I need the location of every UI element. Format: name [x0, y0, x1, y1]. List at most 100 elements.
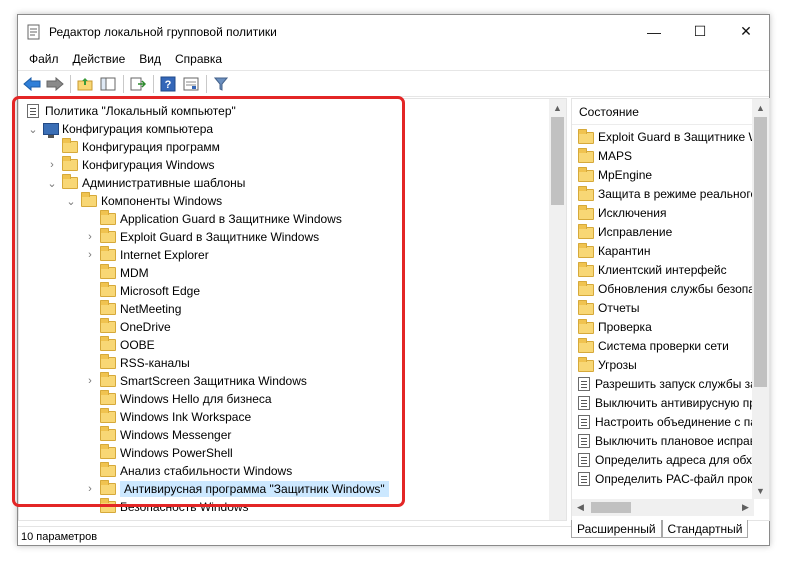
- view-tabs: Расширенный Стандартный: [571, 520, 749, 538]
- tree-item-component[interactable]: NetMeeting: [84, 300, 181, 318]
- tree-item-component[interactable]: Анализ стабильности Windows: [84, 462, 292, 480]
- tree-item-component[interactable]: Windows Hello для бизнеса: [84, 390, 272, 408]
- scroll-down-icon[interactable]: ▼: [752, 482, 769, 499]
- tab-standard[interactable]: Стандартный: [661, 520, 749, 538]
- chevron-down-icon[interactable]: ⌄: [27, 123, 39, 136]
- policy-icon: [578, 376, 590, 391]
- list-item[interactable]: Определить PAC-файл прокси: [578, 469, 754, 488]
- chevron-right-icon[interactable]: ›: [84, 375, 96, 387]
- list-item[interactable]: Выключить плановое исправление: [578, 431, 754, 450]
- tree-item-component[interactable]: Безопасность Windows: [84, 498, 249, 516]
- list-item-label: Система проверки сети: [598, 338, 729, 353]
- tree-item-component[interactable]: Application Guard в Защитнике Windows: [84, 210, 342, 228]
- tree-item-admin-templates[interactable]: ⌄ Административные шаблоны: [46, 174, 245, 192]
- list-item[interactable]: Клиентский интерфейс: [578, 260, 727, 279]
- folder-icon: [578, 205, 594, 220]
- scroll-right-icon[interactable]: ▶: [737, 499, 754, 516]
- folder-icon: [578, 167, 594, 182]
- minimize-button[interactable]: —: [631, 15, 677, 48]
- folder-icon: [100, 444, 116, 459]
- tree-item-label: Exploit Guard в Защитнике Windows: [120, 230, 320, 244]
- tree-item-component[interactable]: OneDrive: [84, 318, 171, 336]
- tab-extended[interactable]: Расширенный: [571, 520, 662, 538]
- list-item[interactable]: Проверка: [578, 317, 652, 336]
- folder-icon: [578, 129, 594, 144]
- chevron-down-icon[interactable]: ⌄: [65, 195, 77, 208]
- folder-icon: [62, 174, 78, 189]
- tree-item-component[interactable]: OOBE: [84, 336, 155, 354]
- scroll-up-icon[interactable]: ▲: [752, 99, 769, 116]
- scroll-thumb[interactable]: [754, 117, 767, 387]
- properties-icon[interactable]: [180, 73, 202, 95]
- list-item[interactable]: Исправление: [578, 222, 672, 241]
- menu-view[interactable]: Вид: [132, 52, 168, 66]
- folder-icon: [100, 336, 116, 351]
- list-item[interactable]: Настроить объединение с папками: [578, 412, 754, 431]
- tree-vertical-scrollbar[interactable]: ▲: [549, 99, 566, 520]
- folder-icon: [578, 281, 594, 296]
- chevron-right-icon[interactable]: ›: [84, 483, 96, 495]
- list-item[interactable]: Exploit Guard в Защитнике Windows: [578, 127, 754, 146]
- chevron-right-icon[interactable]: ›: [84, 231, 96, 243]
- toolbar-separator: [70, 74, 71, 93]
- tree-item-component[interactable]: RSS-каналы: [84, 354, 190, 372]
- tree-item-component[interactable]: › SmartScreen Защитника Windows: [84, 372, 307, 390]
- chevron-right-icon[interactable]: ›: [46, 159, 58, 171]
- policy-icon: [578, 395, 590, 410]
- filter-icon[interactable]: [210, 73, 232, 95]
- tree-item-computer-config[interactable]: ⌄ Конфигурация компьютера: [27, 120, 213, 138]
- list-item[interactable]: Система проверки сети: [578, 336, 729, 355]
- list-item[interactable]: Отчеты: [578, 298, 639, 317]
- tree-item-program-config[interactable]: Конфигурация программ: [62, 138, 220, 156]
- list-item[interactable]: Определить адреса для обхода: [578, 450, 754, 469]
- list-item[interactable]: Выключить антивирусную программу: [578, 393, 754, 412]
- tree-item-label: Application Guard в Защитнике Windows: [120, 212, 342, 226]
- back-icon[interactable]: [21, 73, 43, 95]
- scroll-thumb[interactable]: [591, 502, 631, 513]
- folder-icon: [578, 186, 594, 201]
- list-item-label: Отчеты: [598, 300, 640, 315]
- show-hide-tree-icon[interactable]: [97, 73, 119, 95]
- menu-bar: Файл Действие Вид Справка: [18, 48, 769, 70]
- list-item[interactable]: Разрешить запуск службы защиты: [578, 374, 754, 393]
- chevron-down-icon[interactable]: ⌄: [46, 177, 58, 190]
- tree-item-component[interactable]: Windows Ink Workspace: [84, 408, 251, 426]
- tree-item-component[interactable]: Windows Messenger: [84, 426, 231, 444]
- tree-item-windows-config[interactable]: › Конфигурация Windows: [46, 156, 215, 174]
- list-item[interactable]: Угрозы: [578, 355, 637, 374]
- menu-action[interactable]: Действие: [66, 52, 133, 66]
- tree-item-component[interactable]: MDM: [84, 264, 149, 282]
- help-icon[interactable]: ?: [157, 73, 179, 95]
- scroll-up-icon[interactable]: ▲: [549, 99, 566, 116]
- close-button[interactable]: ✕: [723, 15, 769, 48]
- scroll-thumb[interactable]: [551, 117, 564, 205]
- tree-root[interactable]: Политика "Локальный компьютер": [25, 102, 236, 120]
- menu-help[interactable]: Справка: [168, 52, 229, 66]
- policy-tree: Политика "Локальный компьютер" ⌄ Конфигу…: [19, 99, 551, 520]
- forward-icon[interactable]: [44, 73, 66, 95]
- tree-item-label: MDM: [120, 266, 149, 280]
- tree-item-component[interactable]: › Антивирусная программа "Защитник Window…: [84, 480, 389, 498]
- scroll-left-icon[interactable]: ◀: [572, 499, 589, 516]
- list-item[interactable]: Защита в режиме реального времени: [578, 184, 754, 203]
- tree-item-component[interactable]: › Exploit Guard в Защитнике Windows: [84, 228, 319, 246]
- tree-item-windows-components[interactable]: ⌄ Компоненты Windows: [65, 192, 222, 210]
- tree-item-component[interactable]: Microsoft Edge: [84, 282, 200, 300]
- list-item[interactable]: Карантин: [578, 241, 650, 260]
- column-header-state[interactable]: Состояние: [572, 99, 754, 125]
- list-item[interactable]: Обновления службы безопасности: [578, 279, 754, 298]
- tree-item-component[interactable]: › Internet Explorer: [84, 246, 209, 264]
- up-folder-icon[interactable]: [74, 73, 96, 95]
- list-item[interactable]: MAPS: [578, 146, 632, 165]
- tree-item-label: Windows Hello для бизнеса: [120, 392, 272, 406]
- chevron-right-icon[interactable]: ›: [84, 249, 96, 261]
- list-item[interactable]: Исключения: [578, 203, 667, 222]
- list-item[interactable]: MpEngine: [578, 165, 652, 184]
- details-vertical-scrollbar[interactable]: ▲ ▼: [752, 99, 769, 499]
- menu-file[interactable]: Файл: [22, 52, 66, 66]
- export-list-icon[interactable]: [127, 73, 149, 95]
- maximize-button[interactable]: ☐: [677, 15, 723, 48]
- details-horizontal-scrollbar[interactable]: ◀ ▶: [572, 499, 754, 516]
- tree-item-component[interactable]: Windows PowerShell: [84, 444, 233, 462]
